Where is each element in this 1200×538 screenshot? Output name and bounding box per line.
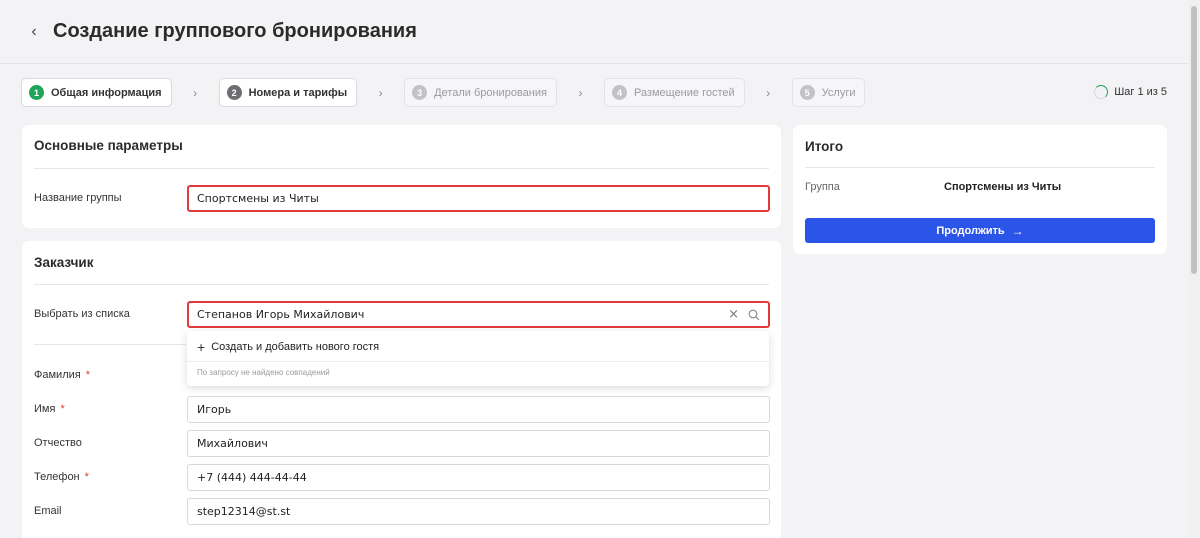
step-rooms-rates[interactable]: 2 Номера и тарифы — [218, 78, 358, 107]
customer-search-value: Степанов Игорь Михайлович — [197, 308, 365, 321]
continue-button[interactable]: Продолжить → — [805, 218, 1155, 243]
step-number: 1 — [29, 85, 44, 100]
search-icon[interactable] — [748, 309, 760, 321]
step-counter-text: Шаг 1 из 5 — [1114, 86, 1167, 98]
divider — [34, 284, 769, 285]
step-services[interactable]: 5 Услуги — [791, 78, 866, 107]
progress-ring-icon — [1094, 85, 1109, 99]
chevron-right-icon: › — [578, 85, 583, 100]
step-label: Общая информация — [51, 86, 162, 99]
continue-label: Продолжить — [936, 224, 1005, 237]
customer-card — [22, 241, 781, 538]
scrollbar-thumb[interactable] — [1191, 6, 1197, 274]
summary-title: Итого — [805, 139, 844, 154]
first-name-value: Игорь — [197, 403, 232, 416]
chevron-right-icon: › — [378, 85, 383, 100]
middle-name-input[interactable]: Михайлович — [187, 430, 770, 457]
divider — [34, 168, 769, 169]
first-name-label: Имя * — [34, 403, 65, 415]
page-header: ‹ Создание группового бронирования — [0, 0, 1188, 64]
chevron-right-icon: › — [193, 85, 198, 100]
first-name-label-text: Имя — [34, 403, 56, 415]
step-general-info[interactable]: 1 Общая информация — [21, 78, 172, 107]
step-label: Размещение гостей — [633, 86, 735, 99]
email-label: Email — [34, 505, 62, 517]
page-title: Создание группового бронирования — [53, 20, 417, 42]
steps-nav: 1 Общая информация › 2 Номера и тарифы ›… — [21, 78, 866, 107]
phone-label: Телефон * — [34, 471, 89, 483]
plus-icon: + — [197, 339, 206, 355]
last-name-label: Фамилия * — [34, 369, 90, 381]
summary-group-label: Группа — [805, 181, 840, 193]
first-name-input[interactable]: Игорь — [187, 396, 770, 423]
step-number: 4 — [611, 85, 627, 100]
step-number: 3 — [412, 85, 428, 100]
arrow-right-icon: → — [1011, 223, 1024, 238]
phone-input[interactable]: +7 (444) 444-44-44 — [187, 464, 770, 491]
divider — [187, 361, 769, 362]
required-mark: * — [85, 369, 90, 381]
create-new-guest-label: Создать и добавить нового гостя — [211, 341, 380, 353]
select-from-list-label: Выбрать из списка — [34, 308, 130, 320]
email-input[interactable]: step12314@st.st — [187, 498, 770, 525]
step-label: Детали бронирования — [434, 86, 547, 99]
group-name-value: Спортсмены из Читы — [197, 192, 319, 205]
customer-dropdown: + Создать и добавить нового гостя По зап… — [187, 331, 769, 386]
divider — [805, 167, 1155, 168]
customer-title: Заказчик — [34, 255, 94, 270]
required-mark: * — [84, 471, 89, 483]
phone-value: +7 (444) 444-44-44 — [197, 471, 307, 484]
step-booking-details[interactable]: 3 Детали бронирования — [404, 78, 557, 107]
input-icons: × — [728, 307, 760, 322]
divider — [34, 344, 186, 345]
step-counter: Шаг 1 из 5 — [1094, 85, 1167, 99]
step-number: 5 — [799, 85, 815, 100]
chevron-left-icon[interactable]: ‹ — [26, 22, 42, 42]
summary-group-value: Спортсмены из Читы — [944, 181, 1062, 193]
group-name-label: Название группы — [34, 192, 122, 204]
last-name-label-text: Фамилия — [34, 369, 81, 381]
scrollbar[interactable] — [1188, 0, 1200, 538]
main-params-title: Основные параметры — [34, 138, 183, 153]
required-mark: * — [60, 403, 65, 415]
email-value: step12314@st.st — [197, 505, 291, 518]
no-results-text: По запросу не найдено совпадений — [197, 368, 330, 377]
phone-label-text: Телефон — [34, 471, 80, 483]
chevron-right-icon: › — [766, 85, 771, 100]
middle-name-label: Отчество — [34, 437, 82, 449]
middle-name-value: Михайлович — [197, 437, 268, 450]
step-number: 2 — [226, 85, 242, 100]
customer-search-input[interactable]: Степанов Игорь Михайлович × — [187, 301, 770, 328]
create-new-guest-option[interactable]: + Создать и добавить нового гостя — [197, 339, 379, 355]
group-name-input[interactable]: Спортсмены из Читы — [187, 185, 770, 212]
clear-icon[interactable]: × — [728, 307, 739, 322]
step-label: Номера и тарифы — [248, 86, 348, 99]
step-label: Услуги — [821, 86, 856, 99]
step-guest-placement[interactable]: 4 Размещение гостей — [603, 78, 745, 107]
